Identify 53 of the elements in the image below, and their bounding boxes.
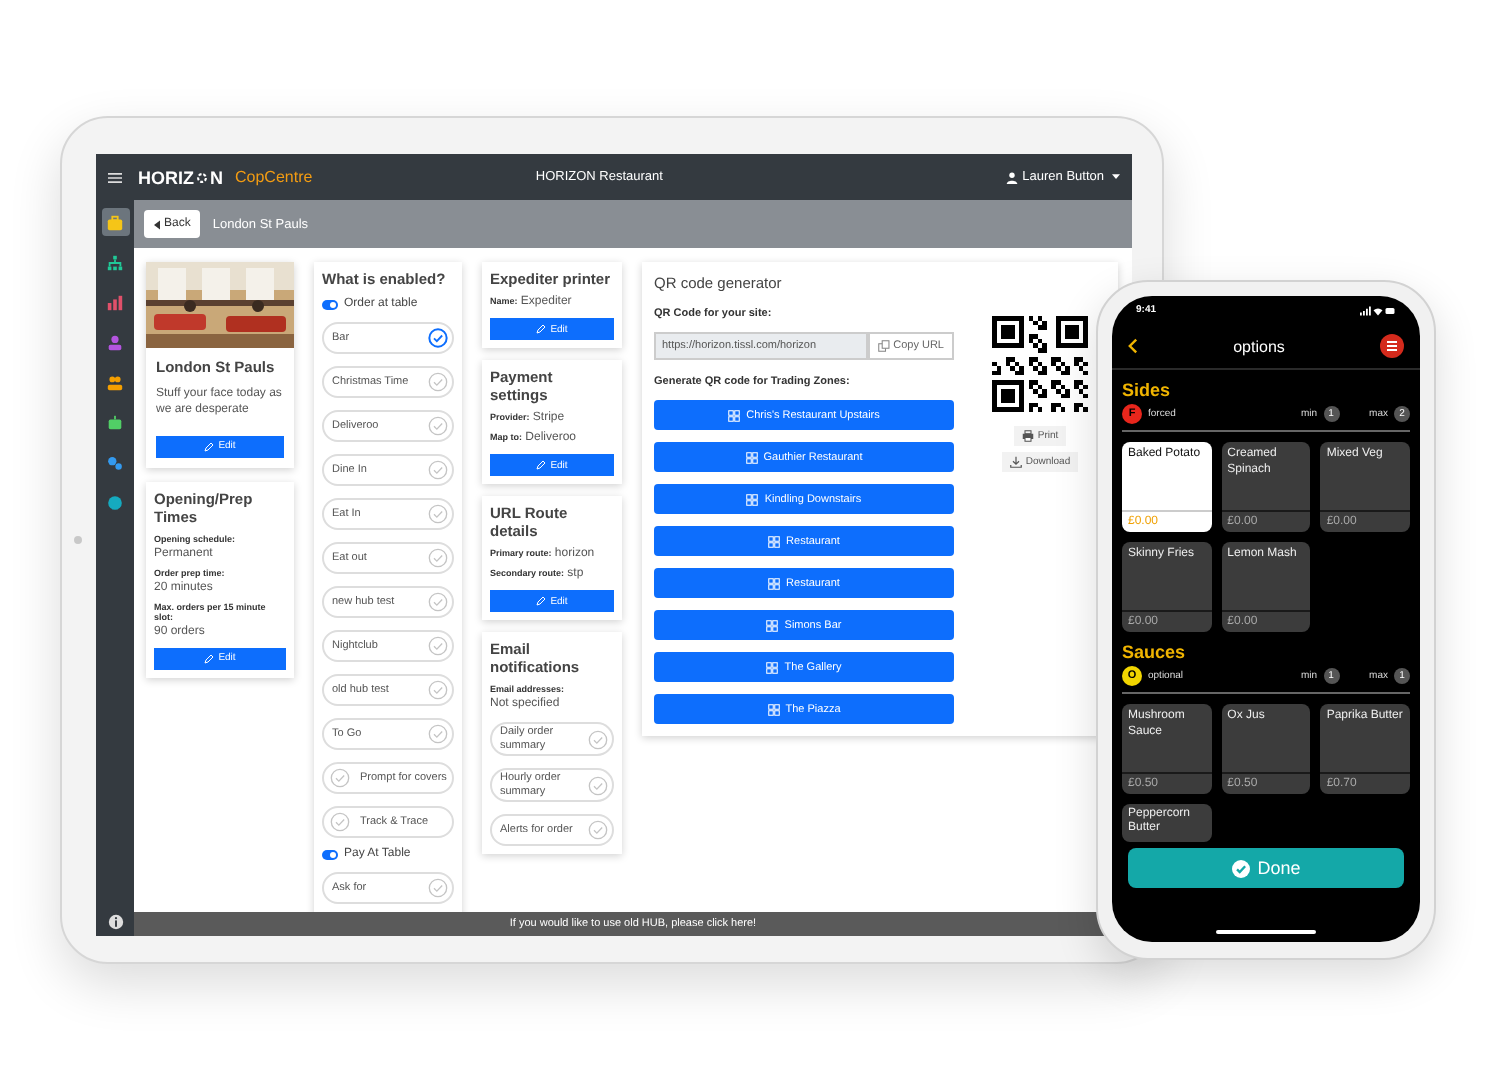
check-circle-icon[interactable] [330, 768, 350, 788]
qr-icon [766, 619, 779, 631]
pencil-icon [204, 653, 215, 664]
qr-icon [746, 493, 759, 505]
qr-icon [768, 577, 781, 589]
pencil-icon [204, 441, 215, 452]
qr-icon [728, 409, 741, 421]
check-circle-icon[interactable] [428, 592, 448, 612]
toggle-switch[interactable] [322, 849, 338, 859]
check-circle-icon[interactable] [428, 416, 448, 436]
check-circle-icon[interactable] [428, 680, 448, 700]
camera-dot [74, 536, 82, 544]
check-circle-icon[interactable] [588, 820, 608, 841]
check-circle-icon[interactable] [588, 775, 608, 796]
back-chevron-icon[interactable] [1128, 338, 1138, 354]
download-icon [1009, 456, 1022, 468]
info-icon[interactable] [107, 914, 123, 930]
check-circle-icon[interactable] [428, 460, 448, 480]
check-circle-icon[interactable] [428, 548, 448, 568]
caret-icon [154, 219, 160, 229]
check-circle-icon[interactable] [428, 724, 448, 744]
qr-code [992, 316, 1088, 412]
menu-icon[interactable] [1380, 334, 1404, 358]
check-circle-icon[interactable] [428, 504, 448, 524]
caret-icon [1112, 174, 1120, 180]
check-circle-icon[interactable] [330, 812, 350, 832]
logo[interactable]: HORIZ N [138, 167, 223, 187]
qr-icon [766, 661, 779, 673]
toggle-switch[interactable] [322, 299, 338, 309]
check-circle-icon[interactable] [428, 878, 448, 898]
qr-icon [768, 535, 781, 547]
check-circle-icon[interactable] [428, 636, 448, 656]
pencil-icon [536, 596, 547, 606]
section-title: Sauces [1122, 642, 1188, 662]
sidebar-item[interactable] [101, 208, 129, 236]
product-name: CopCentre [235, 168, 313, 186]
pencil-icon [536, 324, 547, 334]
qr-icon [745, 451, 758, 463]
menu-icon[interactable] [108, 171, 122, 183]
check-circle-icon[interactable] [428, 372, 448, 392]
screen-title: options [1231, 337, 1287, 355]
logo-mark-icon [196, 169, 208, 185]
pencil-icon [536, 460, 547, 470]
check-circle-icon[interactable] [588, 729, 608, 750]
check-circle-icon [1231, 859, 1250, 877]
qr-icon [767, 703, 780, 715]
home-indicator [1216, 930, 1316, 934]
user-icon [1006, 171, 1019, 183]
section-title: Sides [1122, 380, 1173, 400]
status-icons-drawing [1360, 305, 1396, 315]
check-circle-icon[interactable] [428, 328, 448, 348]
copy-icon [877, 340, 890, 352]
printer-icon [1021, 430, 1034, 442]
